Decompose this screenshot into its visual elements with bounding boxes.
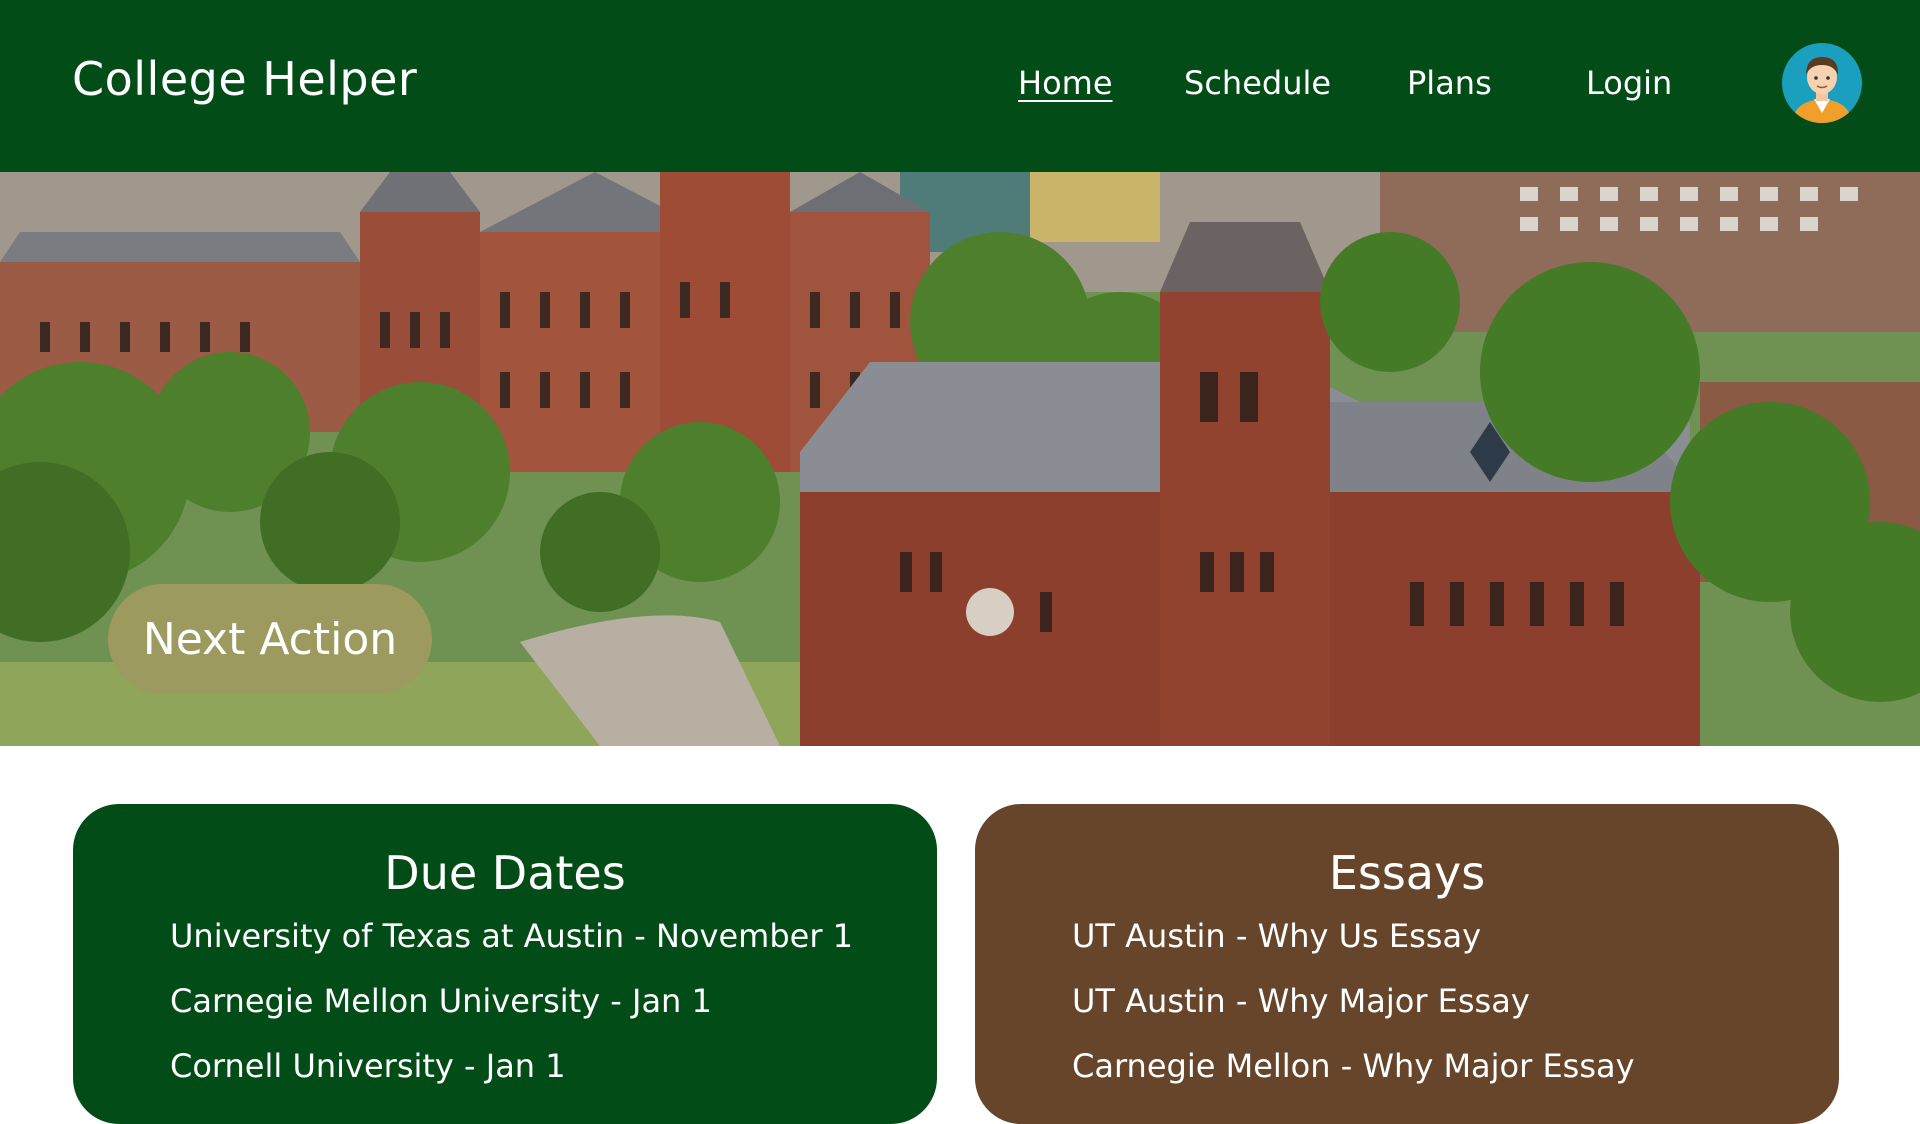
nav-plans-link[interactable]: Plans bbox=[1407, 64, 1492, 102]
essays-card: Essays UT Austin - Why Us Essay UT Austi… bbox=[975, 804, 1839, 1124]
essay-item[interactable]: UT Austin - Why Major Essay bbox=[1072, 981, 1635, 1046]
essay-item[interactable]: Carnegie Mellon - Why Major Essay bbox=[1072, 1046, 1635, 1111]
user-avatar-icon[interactable] bbox=[1782, 43, 1862, 123]
app-title[interactable]: College Helper bbox=[72, 52, 417, 106]
essays-title: Essays bbox=[1328, 846, 1486, 900]
next-action-button[interactable]: Next Action bbox=[108, 584, 432, 694]
top-nav-bar: College Helper Home Schedule Plans Login bbox=[0, 0, 1920, 172]
due-dates-list: University of Texas at Austin - November… bbox=[170, 916, 853, 1111]
nav-home-link[interactable]: Home bbox=[1018, 64, 1113, 102]
essays-list: UT Austin - Why Us Essay UT Austin - Why… bbox=[1072, 916, 1635, 1111]
due-dates-title: Due Dates bbox=[384, 846, 626, 900]
due-date-item[interactable]: Cornell University - Jan 1 bbox=[170, 1046, 853, 1111]
due-date-item[interactable]: University of Texas at Austin - November… bbox=[170, 916, 853, 981]
nav-login-link[interactable]: Login bbox=[1586, 64, 1672, 102]
essay-item[interactable]: UT Austin - Why Us Essay bbox=[1072, 916, 1635, 981]
due-dates-card: Due Dates University of Texas at Austin … bbox=[73, 804, 937, 1124]
due-date-item[interactable]: Carnegie Mellon University - Jan 1 bbox=[170, 981, 853, 1046]
campus-hero-image: Next Action bbox=[0, 172, 1920, 746]
nav-schedule-link[interactable]: Schedule bbox=[1184, 64, 1331, 102]
